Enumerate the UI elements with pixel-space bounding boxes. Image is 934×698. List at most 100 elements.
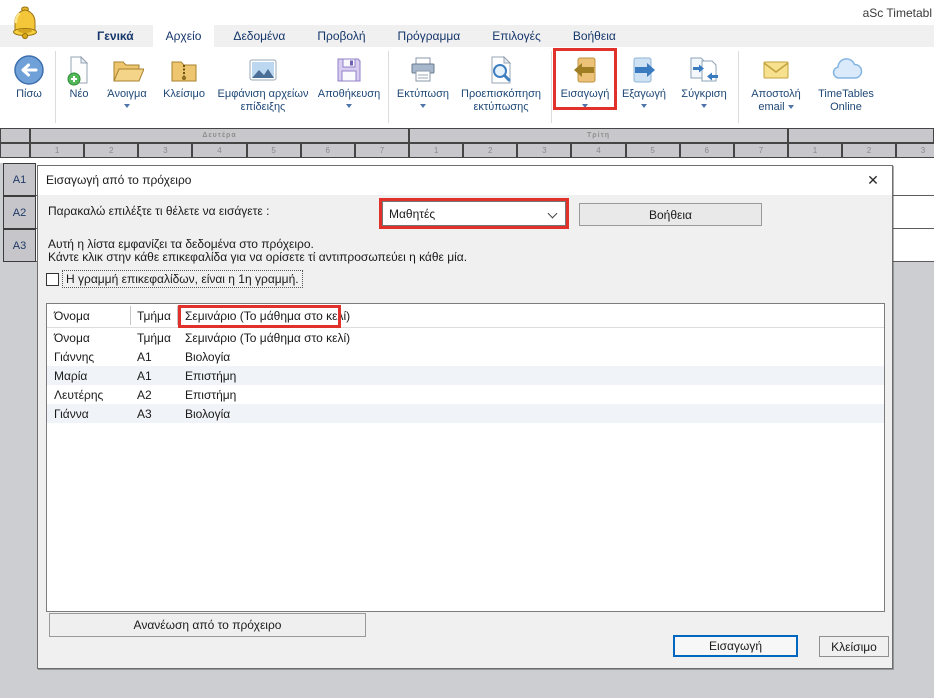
column-header-name[interactable]: Όνομα [54,309,90,323]
refresh-from-clipboard-button[interactable]: Ανανέωση από το πρόχειρο [49,613,366,637]
open-folder-icon [110,51,144,88]
select-type-label: Παρακαλώ επιλέξτε τι θέλετε να εισάγετε … [48,204,269,218]
toolbar-separator [388,51,389,123]
asc-logo-bell-icon[interactable] [6,1,44,45]
import-from-clipboard-dialog: Εισαγωγή από το πρόχειρο ✕ Παρακαλώ επιλ… [37,165,893,669]
tab-epiloges[interactable]: Επιλογές [479,25,554,47]
info-line-2: Κάντε κλικ στην κάθε επικεφαλίδα για να … [48,250,467,264]
dialog-import-button[interactable]: Εισαγωγή [673,635,798,657]
ribbon-tab-bar: Γενικά Αρχείο Δεδομένα Προβολή Πρόγραμμα… [0,25,934,47]
dropdown-caret[interactable] [788,105,794,109]
period-row-monday: 1 2 3 4 5 6 7 [30,143,409,158]
dropdown-caret[interactable] [701,104,707,108]
chevron-down-icon [548,209,558,219]
show-demo-files-button[interactable]: Εμφάνιση αρχείων επίδειξης [213,49,313,114]
table-row[interactable]: Λευτέρης A2 Επιστήμη [47,385,884,404]
column-divider [130,306,131,325]
cloud-icon [829,51,863,88]
export-icon [628,51,660,88]
class-row-label[interactable]: A3 [3,229,36,262]
period-cell: 2 [84,143,138,158]
tab-genika[interactable]: Γενικά [84,25,147,47]
period-cell: 1 [30,143,84,158]
grid-corner-cell [0,128,30,143]
dialog-title: Εισαγωγή από το πρόχειρο [46,173,191,187]
period-cell: 1 [788,143,842,158]
dropdown-caret[interactable] [582,104,588,108]
compare-icon [687,51,721,88]
table-row[interactable]: Γιάννα A3 Βιολογία [47,404,884,423]
send-email-button[interactable]: Αποστολή email [742,49,810,114]
dropdown-caret[interactable] [420,104,426,108]
class-row-label[interactable]: A1 [3,163,36,196]
ribbon-toolbar: Πίσω Νέο Άνοιγμα [0,47,934,128]
dropdown-value: Μαθητές [389,207,435,221]
column-header-seminar[interactable]: Σεμινάριο (Το μάθημα στο κελί) [185,309,350,323]
print-icon [407,51,439,88]
column-header-class[interactable]: Τμήμα [137,309,171,323]
period-row-third: 1 2 3 [788,143,934,158]
app-title: aSc Timetabl [863,6,932,20]
open-button[interactable]: Άνοιγμα [99,49,155,108]
header-row-checkbox-label[interactable]: Η γραμμή επικεφαλίδων, είναι η 1η γραμμή… [62,270,303,288]
period-cell: 7 [734,143,788,158]
back-icon [13,51,45,88]
period-cell: 7 [355,143,409,158]
period-cell: 3 [517,143,571,158]
dialog-close-button[interactable]: Κλείσιμο [819,636,889,657]
toolbar-separator [55,51,56,123]
table-row[interactable]: Γιάννης A1 Βιολογία [47,347,884,366]
header-row-checkbox[interactable] [46,273,59,286]
dropdown-caret[interactable] [124,104,130,108]
period-cell: 1 [409,143,463,158]
table-row[interactable]: Μαρία A1 Επιστήμη [47,366,884,385]
print-preview-button[interactable]: Προεπισκόπηση εκτύπωσης [454,49,548,114]
import-type-dropdown[interactable]: Μαθητές [382,201,566,226]
compare-button[interactable]: Σύγκριση [673,49,735,108]
list-header-row: Όνομα Τμήμα Σεμινάριο (Το μάθημα στο κελ… [47,304,884,328]
tab-programma[interactable]: Πρόγραμμα [385,25,474,47]
help-button[interactable]: Βοήθεια [579,203,762,226]
email-icon [760,51,792,88]
dropdown-caret[interactable] [641,104,647,108]
period-cell: 6 [680,143,734,158]
period-cell: 5 [247,143,301,158]
period-cell: 6 [301,143,355,158]
table-row[interactable]: Όνομα Τμήμα Σεμινάριο (Το μάθημα στο κελ… [47,328,884,347]
red-highlight-box: Μαθητές [379,198,569,229]
close-icon[interactable]: ✕ [862,170,884,191]
day-header-third [788,128,934,143]
class-row-label[interactable]: A2 [3,196,36,229]
grid-stub-cell [0,143,30,158]
save-button[interactable]: Αποθήκευση [313,49,385,108]
period-cell: 4 [571,143,625,158]
back-button[interactable]: Πίσω [6,49,52,101]
print-button[interactable]: Εκτύπωση [392,49,454,108]
tab-archeio[interactable]: Αρχείο [153,25,215,47]
title-bar: aSc Timetabl [0,0,934,25]
demo-files-icon [247,51,279,88]
asc-timetables-window: aSc Timetabl Γενικά Αρχείο Δεδομένα Προβ… [0,0,934,698]
new-button[interactable]: Νέο [59,49,99,101]
period-cell: 3 [896,143,934,158]
export-button[interactable]: Εξαγωγή [615,49,673,108]
day-header-monday: Δευτέρα [30,128,409,143]
period-cell: 2 [463,143,517,158]
dialog-title-bar: Εισαγωγή από το πρόχειρο ✕ [38,166,892,195]
import-button[interactable]: Εισαγωγή [555,49,615,108]
close-file-icon [167,51,201,88]
day-header-tuesday: Τρίτη [409,128,788,143]
column-divider [177,306,178,325]
tab-provoli[interactable]: Προβολή [304,25,378,47]
close-file-button[interactable]: Κλείσιμο [155,49,213,101]
toolbar-separator [738,51,739,123]
timetables-online-button[interactable]: TimeTables Online [810,49,882,114]
dropdown-caret[interactable] [346,104,352,108]
period-cell: 5 [626,143,680,158]
tab-dedomena[interactable]: Δεδομένα [220,25,298,47]
save-icon [333,51,365,88]
tab-voitheia[interactable]: Βοήθεια [560,25,629,47]
period-cell: 3 [138,143,192,158]
import-icon [569,51,601,88]
toolbar-separator [551,51,552,123]
